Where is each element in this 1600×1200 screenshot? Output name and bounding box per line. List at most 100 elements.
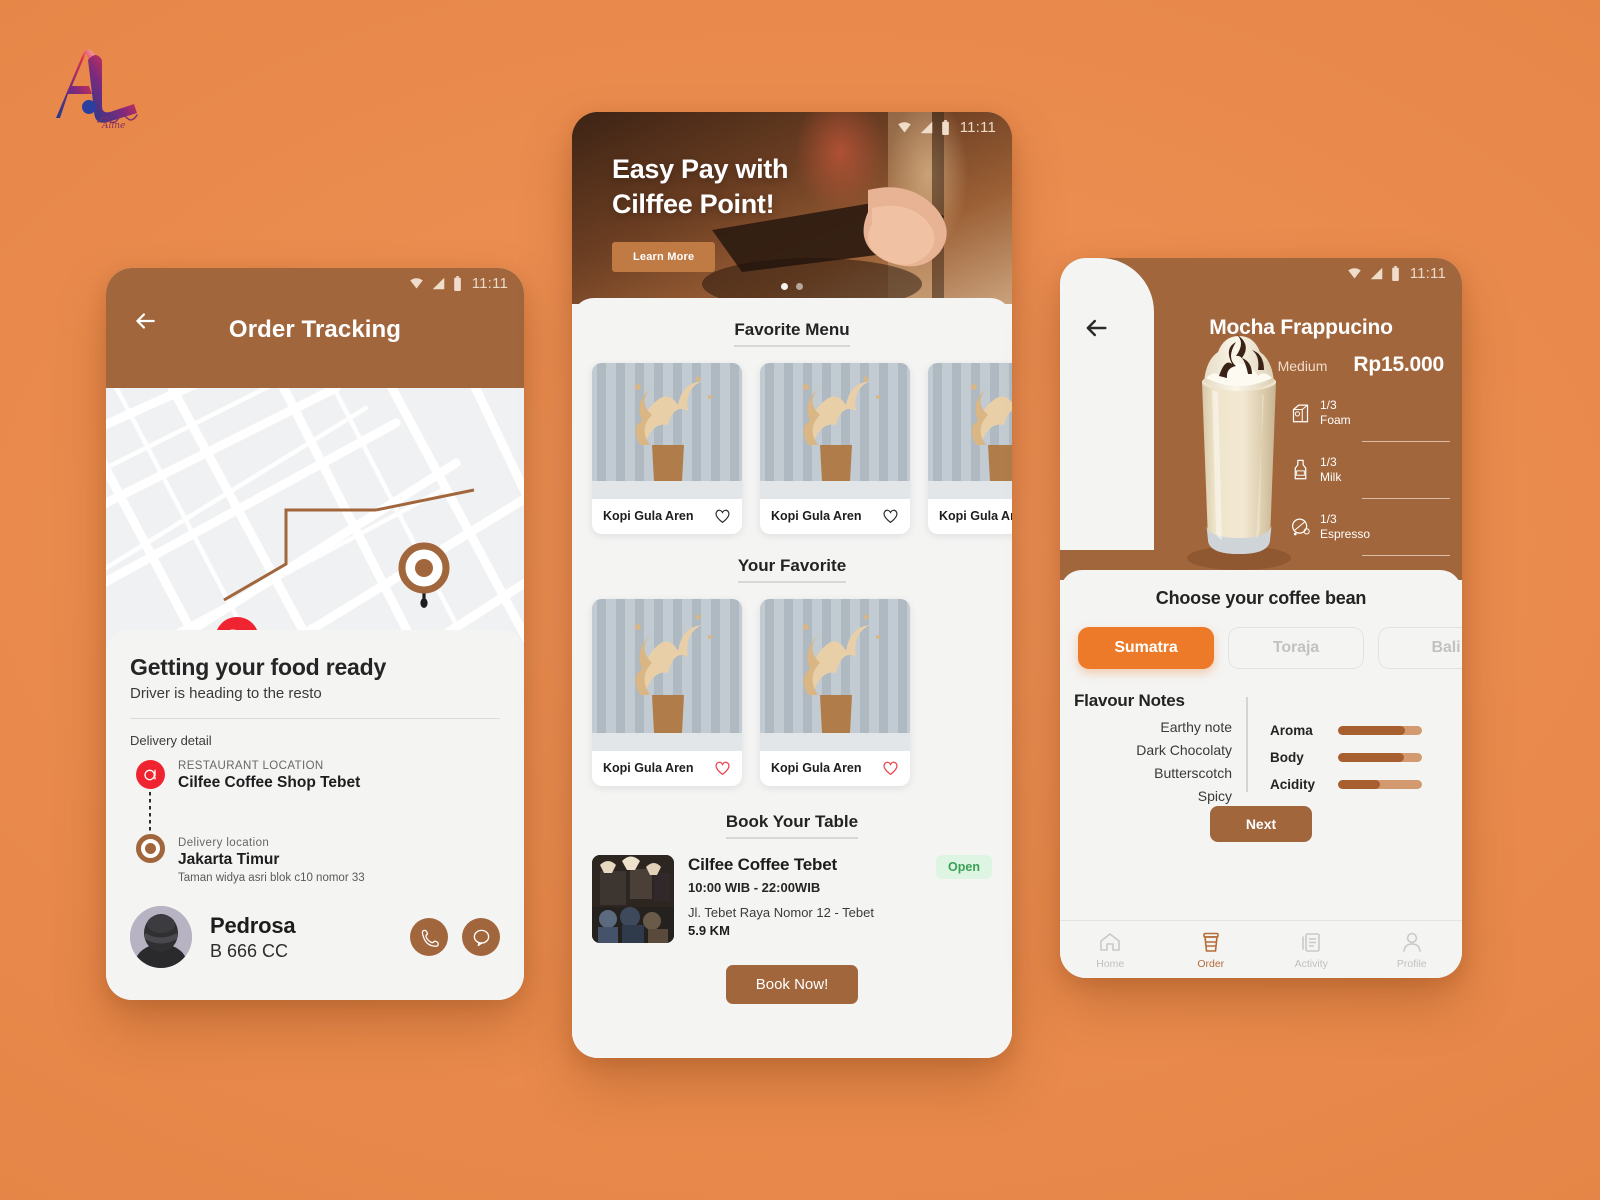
chat-button[interactable] — [462, 918, 500, 956]
book-now-button[interactable]: Book Now! — [725, 965, 859, 1004]
wifi-icon — [1347, 268, 1361, 279]
ingredient-amount: 1/3 — [1320, 454, 1337, 469]
nav-label: Home — [1096, 957, 1125, 970]
menu-card[interactable]: Kopi Gula Aren — [760, 599, 910, 786]
restaurant-distance: 5.9 KM — [688, 923, 730, 938]
person-icon — [1402, 932, 1421, 952]
your-favorite-row[interactable]: Kopi Gula Aren Kopi Gula Aren — [572, 599, 1012, 786]
page-title: Order Tracking — [228, 316, 402, 343]
favorite-heart-icon[interactable] — [882, 508, 899, 524]
phone1-header: 11:11 Order Tracking — [106, 268, 524, 388]
metric-fill — [1338, 726, 1406, 735]
step-label: RESTAURANT LOCATION — [178, 760, 324, 772]
promo-line-1: Easy Pay with — [612, 154, 789, 184]
divider — [1362, 441, 1450, 442]
carousel-dot[interactable] — [781, 283, 788, 290]
favorite-heart-icon[interactable] — [714, 508, 731, 524]
restaurant-hours: 10:00 WIB - 22:00WIB — [688, 880, 821, 895]
learn-more-button[interactable]: Learn More — [612, 242, 716, 272]
menu-card[interactable]: Kopi Gula Aren — [928, 363, 1012, 534]
bean-chip-sumatra[interactable]: Sumatra — [1078, 627, 1214, 669]
step-label: Delivery location — [178, 837, 270, 849]
brand-logo: Aline — [42, 44, 152, 131]
promo-line-2: Cilffee Point! — [612, 188, 775, 219]
bean-chip-toraja[interactable]: Toraja — [1228, 627, 1364, 669]
ingredient-name: Foam — [1320, 413, 1351, 427]
battery-icon — [453, 276, 461, 291]
phone-order-tracking: 11:11 Order Tracking Getting your food r… — [106, 268, 524, 1000]
destination-pin-icon — [136, 834, 165, 863]
metric-row: Aroma — [1270, 723, 1462, 738]
battery-icon — [1391, 266, 1399, 281]
avatar — [130, 906, 192, 968]
ingredient-name: Milk — [1320, 470, 1342, 484]
arrow-left-icon[interactable] — [132, 308, 158, 334]
home-content: Favorite Menu Kopi Gula Aren Kopi Gula A… — [572, 298, 1012, 1058]
favorite-heart-icon[interactable] — [882, 760, 899, 776]
nav-item-activity[interactable]: Activity — [1261, 930, 1362, 970]
ingredient-amount: 1/3 — [1320, 397, 1337, 412]
signal-icon — [920, 121, 932, 134]
nav-label: Order — [1197, 957, 1225, 970]
nav-label: Profile — [1396, 957, 1427, 970]
flavour-note: Earthy note — [1160, 719, 1232, 735]
ingredients-list: 1/3 Foam 1/3 Milk 1/3 Espresso — [1290, 390, 1450, 561]
battery-icon — [941, 120, 949, 135]
status-badge: Open — [936, 855, 992, 879]
menu-card-image — [760, 363, 910, 499]
menu-card[interactable]: Kopi Gula Aren — [592, 599, 742, 786]
metric-track — [1338, 753, 1422, 762]
wifi-icon — [897, 122, 911, 133]
bean-chip-bali[interactable]: Bali — [1378, 627, 1462, 669]
ingredient-amount: 1/3 — [1320, 511, 1337, 526]
menu-card-name: Kopi Gula Aren — [771, 761, 862, 775]
favorite-menu-row[interactable]: Kopi Gula Aren Kopi Gula Aren Kopi Gula … — [572, 363, 1012, 534]
divider — [130, 718, 500, 719]
metric-track — [1338, 780, 1422, 789]
order-status-card: Getting your food ready Driver is headin… — [106, 630, 524, 1000]
order-status-sub: Driver is heading to the resto — [130, 685, 322, 702]
divider — [1362, 498, 1450, 499]
delivery-map[interactable] — [106, 388, 524, 664]
menu-card-image — [928, 363, 1012, 499]
carousel-dot[interactable] — [796, 283, 803, 290]
delivery-detail-label: Delivery detail — [130, 733, 212, 748]
next-button[interactable]: Next — [1209, 806, 1313, 842]
divider — [1362, 555, 1450, 556]
signal-icon — [1370, 267, 1382, 280]
metric-row: Acidity — [1270, 777, 1462, 792]
coffee-cup-icon — [1202, 932, 1219, 952]
phone-home: Easy Pay with Cilffee Point! Learn More … — [572, 112, 1012, 1058]
svg-text:Aline: Aline — [101, 121, 125, 131]
status-bar-time: 11:11 — [959, 119, 996, 136]
promo-banner[interactable]: Easy Pay with Cilffee Point! Learn More … — [572, 112, 1012, 304]
restaurant-row[interactable]: Cilfee Coffee Tebet 10:00 WIB - 22:00WIB… — [572, 855, 1012, 943]
status-bar: 11:11 — [897, 112, 1012, 140]
foam-carton-icon — [1292, 404, 1309, 423]
section-title-your-favorite: Your Favorite — [737, 556, 847, 583]
ingredient-row: 1/3 Foam — [1290, 390, 1450, 436]
favorite-heart-icon[interactable] — [714, 760, 731, 776]
flavour-note: Butterscotch — [1154, 765, 1232, 781]
status-bar: 11:11 — [106, 268, 524, 296]
nav-item-home[interactable]: Home — [1060, 930, 1161, 970]
menu-card[interactable]: Kopi Gula Aren — [760, 363, 910, 534]
metric-name: Aroma — [1270, 723, 1313, 738]
nav-item-order[interactable]: Order — [1161, 930, 1262, 970]
status-bar: 11:11 — [1347, 258, 1462, 286]
flavour-note: Dark Chocolaty — [1136, 742, 1232, 758]
menu-card-name: Kopi Gula Aren — [771, 509, 862, 523]
section-title-favorite-menu: Favorite Menu — [734, 320, 850, 347]
wifi-icon — [409, 278, 423, 289]
metric-name: Body — [1270, 750, 1304, 765]
nav-item-profile[interactable]: Profile — [1362, 930, 1463, 970]
product-price: Rp15.000 — [1353, 353, 1444, 376]
milk-bottle-icon — [1294, 459, 1307, 480]
bean-chips[interactable]: Sumatra Toraja Bali — [1060, 609, 1462, 669]
menu-card-name: Kopi Gula Aren — [939, 509, 1012, 523]
carousel-dots[interactable] — [781, 283, 803, 290]
call-button[interactable] — [410, 918, 448, 956]
metric-fill — [1338, 753, 1404, 762]
menu-card[interactable]: Kopi Gula Aren — [592, 363, 742, 534]
bottom-navigation[interactable]: Home Order Activity Profile — [1060, 920, 1462, 978]
